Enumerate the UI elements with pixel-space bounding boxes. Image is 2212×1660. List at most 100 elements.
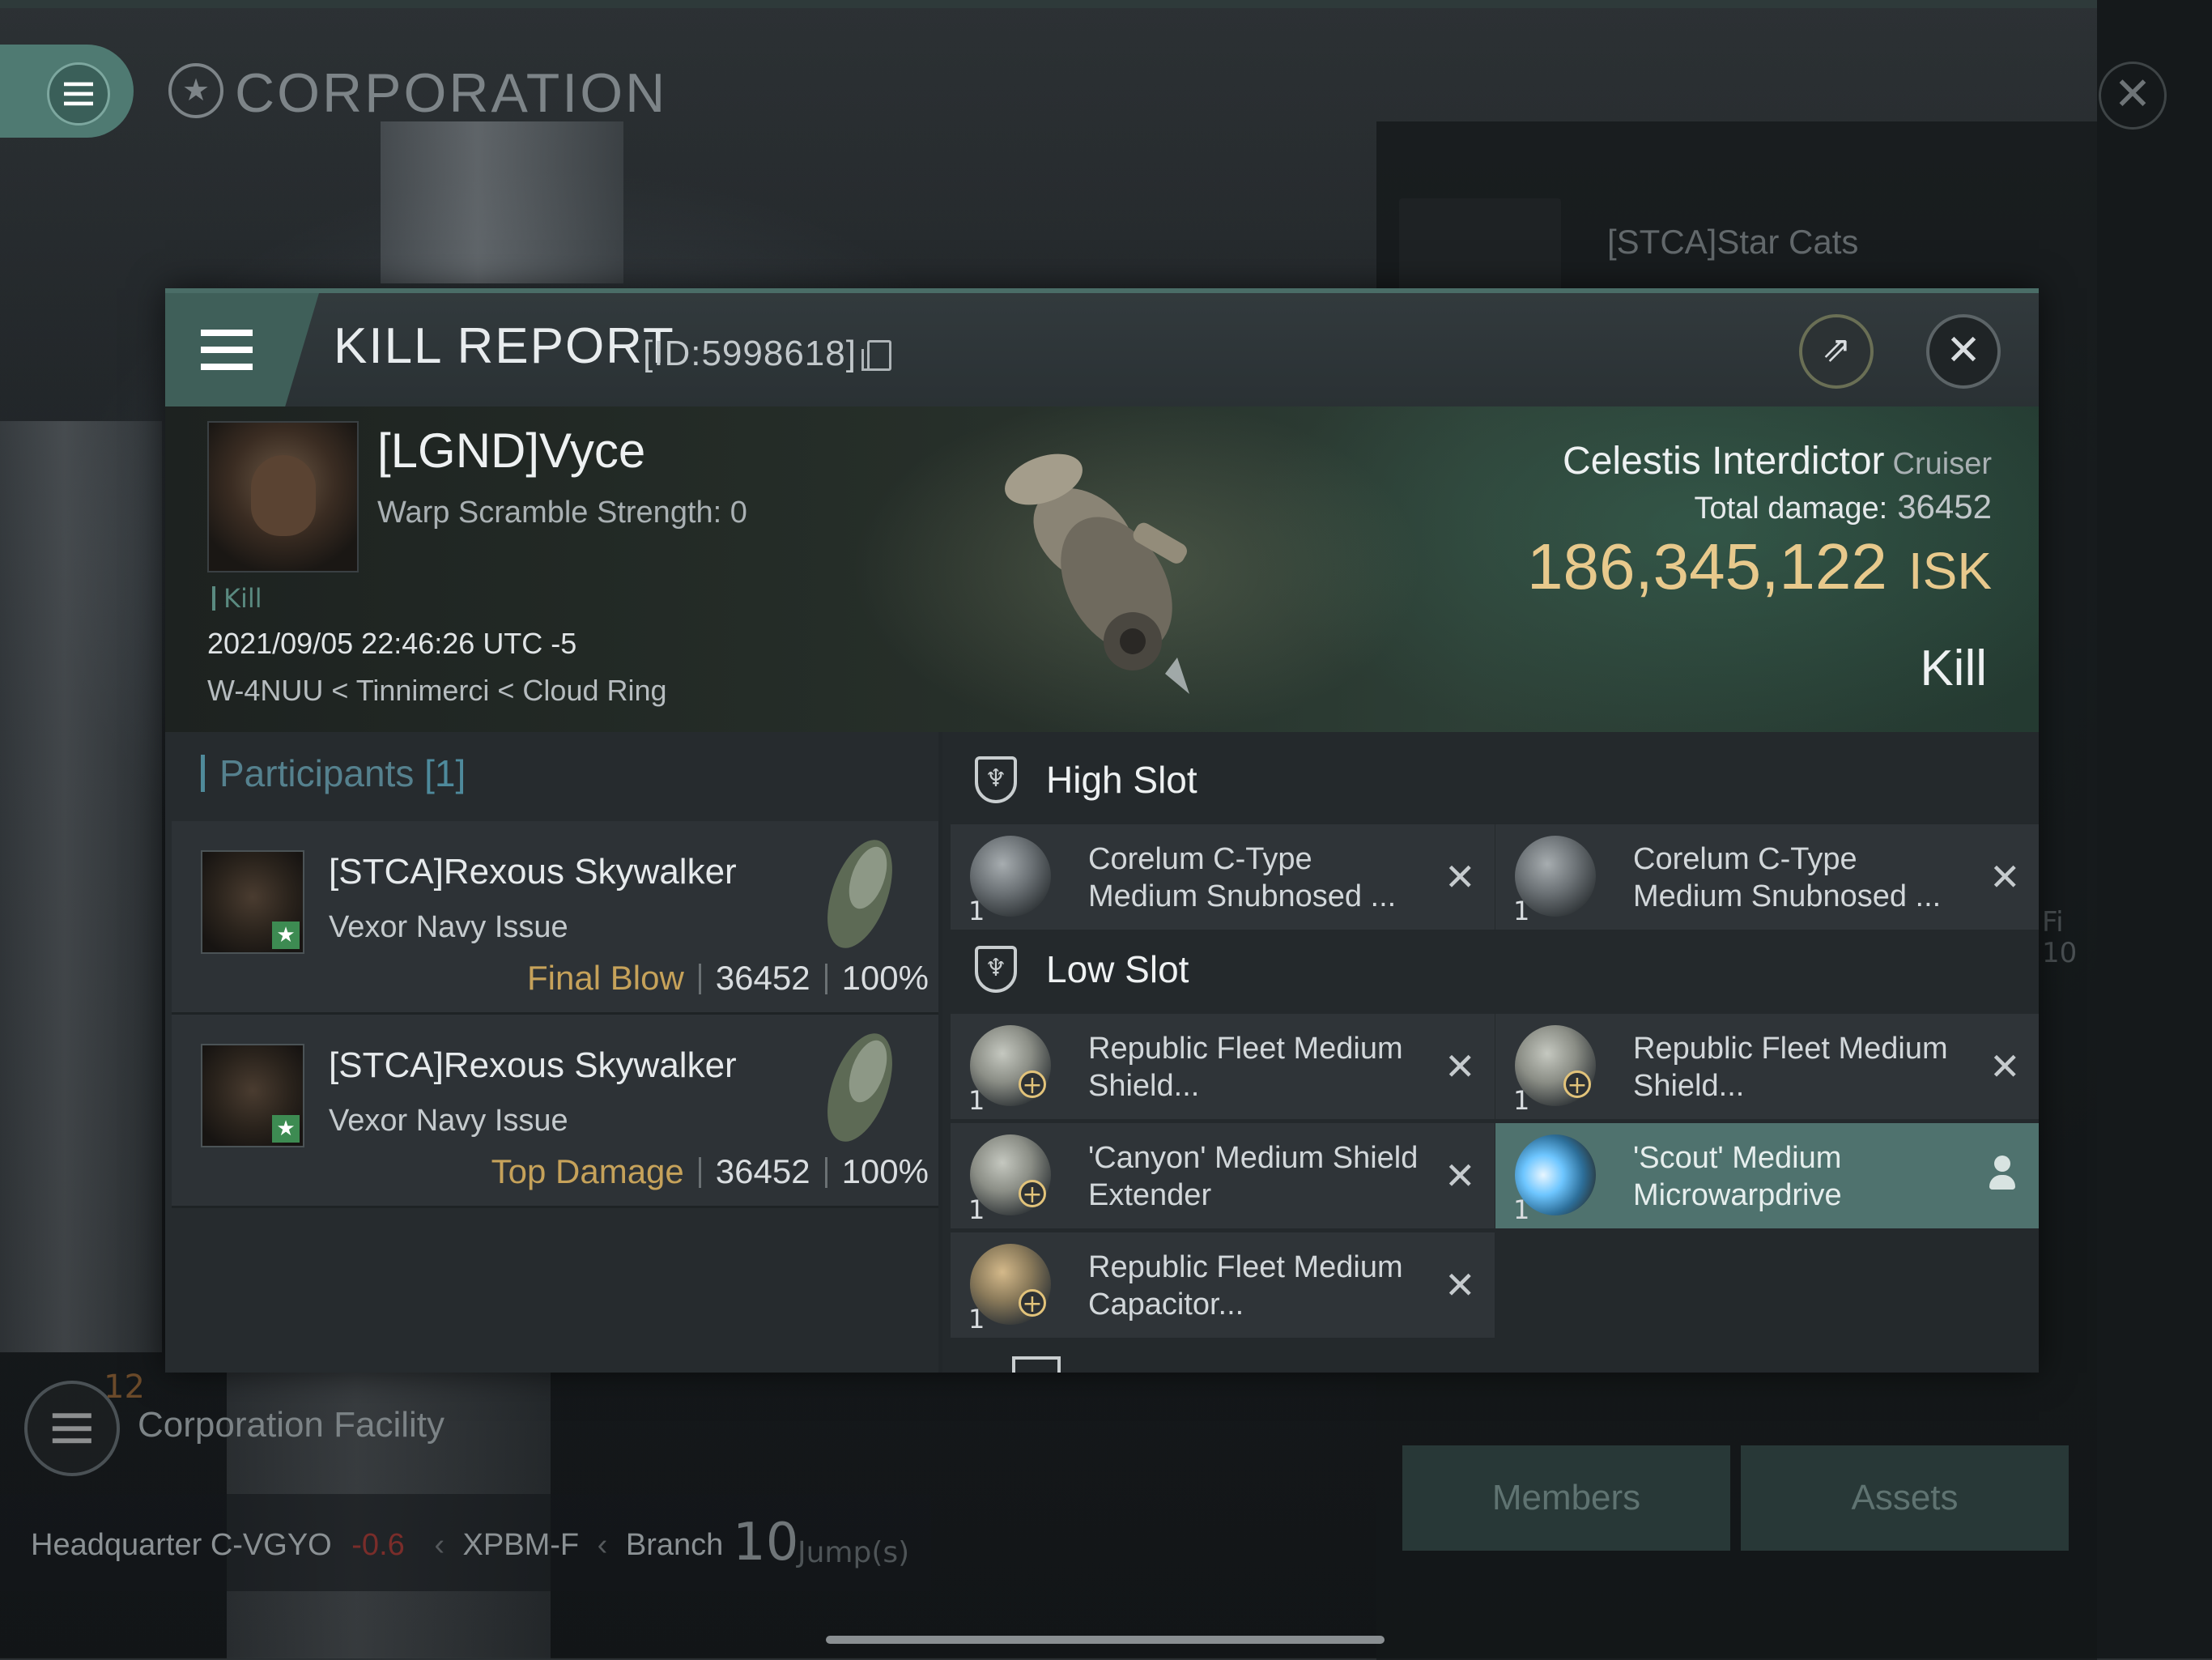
- kill-tag: Kill: [212, 585, 262, 611]
- module-quantity: 1: [1513, 1085, 1530, 1116]
- low-slot-header: Low Slot: [1046, 948, 1189, 990]
- hq-prefix: Headquarter: [31, 1528, 202, 1562]
- star-badge-icon: ★: [272, 922, 300, 949]
- close-button[interactable]: ✕: [1926, 314, 2001, 389]
- facility-count: 12: [104, 1368, 145, 1406]
- total-damage: Total damage: 36452: [1694, 487, 1992, 526]
- module-name: 'Scout' Medium Microwarpdrive: [1633, 1141, 1842, 1212]
- ship-class: Cruiser: [1892, 447, 1992, 481]
- plus-icon: +: [1019, 1180, 1046, 1208]
- modal-title: KILL REPORT: [334, 318, 675, 374]
- share-icon: ⇗: [1821, 329, 1852, 370]
- module-name: Republic Fleet Medium Capacitor...: [1088, 1250, 1403, 1322]
- warp-scramble-strength: Warp Scramble Strength: 0: [377, 496, 747, 530]
- hq-system: C-VGYO: [210, 1528, 332, 1562]
- destroyed-x-icon: ✕: [1444, 855, 1476, 899]
- module-quantity: 1: [968, 896, 985, 926]
- victim-portrait[interactable]: [207, 421, 359, 572]
- module-name: 'Canyon' Medium Shield Extender: [1088, 1141, 1419, 1212]
- module-item[interactable]: 1 'Scout' Medium Microwarpdrive: [1495, 1123, 2039, 1228]
- participant-row[interactable]: ★ [STCA]Rexous Skywalker Vexor Navy Issu…: [172, 821, 938, 1015]
- module-item[interactable]: 1 Corelum C-Type Medium Snubnosed ... ✕: [951, 824, 1495, 930]
- module-name: Corelum C-Type Medium Snubnosed ...: [1088, 842, 1397, 913]
- victim-banner: [LGND]Vyce Warp Scramble Strength: 0 Kil…: [165, 406, 2039, 732]
- participant-avatar[interactable]: ★: [201, 850, 304, 954]
- chevron-left-icon: ‹: [597, 1528, 608, 1562]
- low-slot-icon: [975, 946, 1017, 993]
- module-quantity: 1: [968, 1194, 985, 1225]
- module-item[interactable]: + 1 Republic Fleet Medium Capacitor... ✕: [951, 1232, 1495, 1338]
- modal-menu-button[interactable]: [165, 293, 319, 406]
- module-item[interactable]: + 1 'Canyon' Medium Shield Extender ✕: [951, 1123, 1495, 1228]
- chevron-left-icon: ‹: [434, 1528, 445, 1562]
- destroyed-x-icon: ✕: [1444, 1263, 1476, 1307]
- plus-icon: +: [1019, 1289, 1046, 1317]
- participant-name: [STCA]Rexous Skywalker: [329, 852, 737, 892]
- side-fragment: Fi 10: [2042, 906, 2078, 969]
- participant-stats: Final Blow 36452 100%: [527, 959, 929, 997]
- assets-button[interactable]: Assets: [1741, 1445, 2069, 1551]
- module-item[interactable]: + 1 Republic Fleet Medium Shield... ✕: [951, 1014, 1495, 1119]
- module-quantity: 1: [1513, 1194, 1530, 1225]
- kill-location[interactable]: W-4NUU < Tinnimerci < Cloud Ring: [207, 674, 667, 708]
- background-structure: [0, 421, 162, 1352]
- module-name: Republic Fleet Medium Shield...: [1088, 1032, 1403, 1103]
- headquarter-location[interactable]: Headquarter C-VGYO -0.6 ‹ XPBM-F ‹ Branc…: [31, 1528, 723, 1563]
- kill-id: [ID:5998618]: [643, 334, 857, 373]
- result-label: Kill: [1920, 641, 1987, 696]
- copy-icon[interactable]: [861, 340, 891, 371]
- module-quantity: 1: [968, 1085, 985, 1116]
- star-badge-icon: ★: [272, 1115, 300, 1143]
- destroyed-x-icon: ✕: [1444, 1154, 1476, 1198]
- module-quantity: 1: [968, 1304, 985, 1334]
- module-item[interactable]: 1 Corelum C-Type Medium Snubnosed ... ✕: [1495, 824, 2039, 930]
- module-name: Corelum C-Type Medium Snubnosed ...: [1633, 842, 1942, 913]
- participant-row[interactable]: ★ [STCA]Rexous Skywalker Vexor Navy Issu…: [172, 1015, 938, 1208]
- high-slot-icon: [975, 756, 1017, 803]
- hq-constellation: XPBM-F: [462, 1528, 580, 1562]
- outer-close-button[interactable]: ✕: [2099, 62, 2167, 130]
- destroyed-x-icon: ✕: [1989, 855, 2021, 899]
- home-indicator[interactable]: [826, 1636, 1385, 1644]
- hq-security: -0.6: [351, 1528, 405, 1562]
- plus-icon: +: [1019, 1070, 1046, 1099]
- close-icon: ✕: [1946, 326, 1981, 375]
- background-right-column: [2097, 0, 2212, 1658]
- victim-ship-name[interactable]: Celestis Interdictor Cruiser: [1563, 439, 1992, 483]
- participant-name: [STCA]Rexous Skywalker: [329, 1045, 737, 1085]
- victim-name[interactable]: [LGND]Vyce: [377, 423, 645, 479]
- members-button[interactable]: Members: [1402, 1445, 1730, 1551]
- participants-header: Participants [1]: [201, 755, 466, 792]
- kill-report-modal: KILL REPORT [ID:5998618] ⇗ ✕ [LGND]Vyce …: [165, 288, 2039, 1373]
- high-slot-header: High Slot: [1046, 759, 1197, 801]
- background-structure: [381, 121, 623, 283]
- corporation-star-icon: ★: [168, 63, 223, 118]
- module-item[interactable]: + 1 Republic Fleet Medium Shield... ✕: [1495, 1014, 2039, 1119]
- module-quantity: 1: [1513, 896, 1530, 926]
- corporation-name: [STCA]Star Cats: [1607, 223, 1859, 261]
- modal-header: KILL REPORT [ID:5998618] ⇗ ✕: [165, 293, 2039, 406]
- victim-ship-image[interactable]: [946, 415, 1238, 706]
- main-menu-button[interactable]: [0, 45, 134, 138]
- destroyed-x-icon: ✕: [1989, 1045, 2021, 1088]
- kill-date: 2021/09/05 22:46:26 UTC -5: [207, 627, 577, 660]
- hq-region: Branch: [625, 1528, 724, 1562]
- corporation-logo: [1399, 198, 1561, 292]
- share-button[interactable]: ⇗: [1799, 314, 1874, 389]
- hamburger-icon: [47, 62, 110, 126]
- page-title: CORPORATION: [235, 62, 668, 124]
- participant-ship: Vexor Navy Issue: [329, 910, 568, 944]
- mid-slot-icon: [1012, 1356, 1061, 1373]
- plus-icon: +: [1563, 1070, 1591, 1099]
- participant-ship-image: [827, 1033, 892, 1142]
- destroyed-x-icon: ✕: [1444, 1045, 1476, 1088]
- person-icon: [1986, 1156, 2018, 1193]
- jump-label: Jump(s): [798, 1536, 910, 1569]
- participant-ship: Vexor Navy Issue: [329, 1104, 568, 1138]
- participant-ship-image: [827, 840, 892, 948]
- jump-count: 10: [733, 1513, 799, 1573]
- module-name: Republic Fleet Medium Shield...: [1633, 1032, 1948, 1103]
- isk-value: 186,345,122 ISK: [1526, 530, 1992, 602]
- facility-label: Corporation Facility: [138, 1405, 445, 1445]
- participant-avatar[interactable]: ★: [201, 1044, 304, 1147]
